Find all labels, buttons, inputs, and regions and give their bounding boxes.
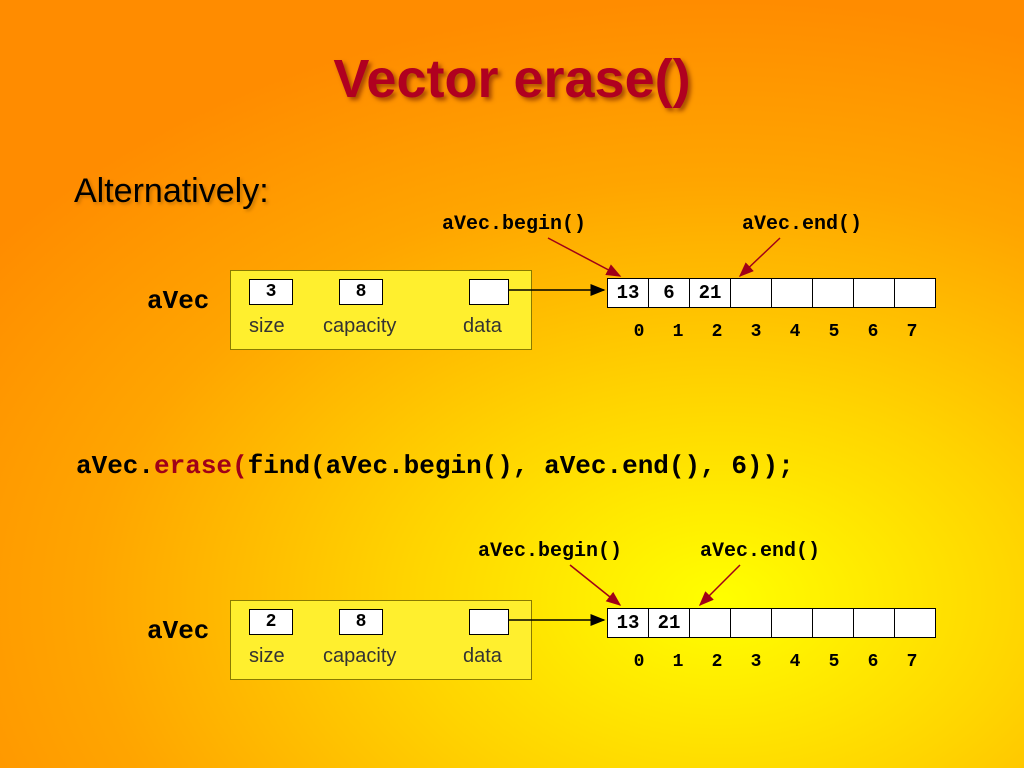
array-cell [853, 278, 895, 308]
array-cell [730, 278, 772, 308]
code-post: find(aVec.begin(), aVec.end(), 6)); [248, 451, 794, 481]
slide: Vector erase() Alternatively: aVec 3 8 s… [0, 0, 1024, 768]
index-label: 5 [814, 652, 854, 672]
array-cell: 21 [689, 278, 731, 308]
subheading: Alternatively: [74, 172, 269, 211]
array-cell [812, 608, 854, 638]
array-cell [812, 278, 854, 308]
data-field-1 [469, 279, 509, 305]
capacity-label-2: capacity [323, 645, 396, 668]
code-pre: aVec. [76, 451, 154, 481]
index-label: 1 [658, 652, 698, 672]
end-label-2: aVec.end() [700, 540, 820, 563]
array-cell [771, 278, 813, 308]
size-field-2: 2 [249, 609, 293, 635]
capacity-field-2: 8 [339, 609, 383, 635]
vector-label-1: aVec [147, 286, 209, 316]
index-label: 4 [775, 322, 815, 342]
size-field-1: 3 [249, 279, 293, 305]
index-label: 3 [736, 652, 776, 672]
index-label: 7 [892, 322, 932, 342]
index-label: 5 [814, 322, 854, 342]
array-cell [771, 608, 813, 638]
index-label: 1 [658, 322, 698, 342]
array-indices-1: 0 1 2 3 4 5 6 7 [620, 322, 932, 342]
index-label: 6 [853, 652, 893, 672]
size-label-2: size [249, 645, 285, 668]
array-indices-2: 0 1 2 3 4 5 6 7 [620, 652, 932, 672]
begin-label-2: aVec.begin() [478, 540, 622, 563]
array-cell [853, 608, 895, 638]
slide-title: Vector erase() [0, 48, 1024, 110]
code-line: aVec.erase(find(aVec.begin(), aVec.end()… [76, 451, 794, 481]
array-cells-1: 13 6 21 [608, 278, 936, 308]
array-cell [689, 608, 731, 638]
vector-struct-1: 3 8 size capacity data [230, 270, 532, 350]
data-field-2 [469, 609, 509, 635]
index-label: 2 [697, 652, 737, 672]
code-erase: erase( [154, 451, 248, 481]
array-cell: 6 [648, 278, 690, 308]
array-cell: 13 [607, 278, 649, 308]
data-label-2: data [463, 645, 502, 668]
index-label: 0 [619, 652, 659, 672]
index-label: 3 [736, 322, 776, 342]
vector-label-2: aVec [147, 616, 209, 646]
array-cell: 21 [648, 608, 690, 638]
capacity-field-1: 8 [339, 279, 383, 305]
array-cells-2: 13 21 [608, 608, 936, 638]
index-label: 2 [697, 322, 737, 342]
index-label: 4 [775, 652, 815, 672]
index-label: 7 [892, 652, 932, 672]
array-cell [730, 608, 772, 638]
capacity-label-1: capacity [323, 315, 396, 338]
array-cell: 13 [607, 608, 649, 638]
array-cell [894, 278, 936, 308]
end-label-1: aVec.end() [742, 213, 862, 236]
index-label: 6 [853, 322, 893, 342]
vector-struct-2: 2 8 size capacity data [230, 600, 532, 680]
array-cell [894, 608, 936, 638]
data-label-1: data [463, 315, 502, 338]
index-label: 0 [619, 322, 659, 342]
size-label-1: size [249, 315, 285, 338]
begin-label-1: aVec.begin() [442, 213, 586, 236]
